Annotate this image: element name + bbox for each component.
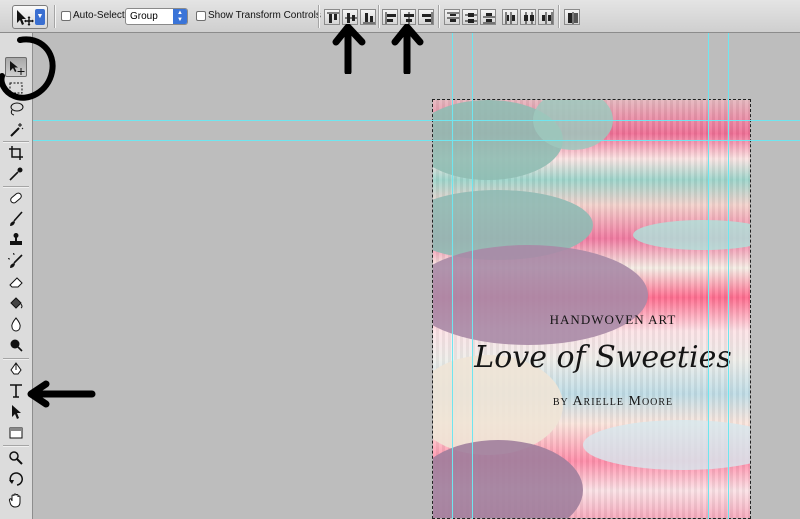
auto-select-checkbox[interactable] <box>61 11 71 21</box>
vertical-guide[interactable] <box>708 33 709 519</box>
auto-select-label: Auto-Select: <box>73 10 128 21</box>
clone-stamp-tool-icon <box>10 233 22 245</box>
hand-tool-icon <box>8 493 21 508</box>
align-top-edges-button[interactable] <box>324 9 340 25</box>
horizontal-guide[interactable] <box>33 140 800 141</box>
distribute-right-button[interactable] <box>538 9 554 25</box>
move-tool-icon <box>17 10 34 26</box>
yarn-texture <box>583 420 750 470</box>
blur-tool-icon <box>11 317 21 332</box>
path-selection-tool[interactable] <box>5 402 27 422</box>
align-bottom-edges-icon <box>363 13 375 24</box>
align-vertical-centers-button[interactable] <box>342 9 358 25</box>
vertical-guide[interactable] <box>452 33 453 519</box>
rotate-view-tool[interactable] <box>5 469 27 489</box>
healing-brush-tool-icon <box>10 192 22 204</box>
yarn-texture <box>433 440 583 518</box>
separator <box>318 5 320 28</box>
crop-tool-icon <box>9 146 23 160</box>
brush-tool-icon <box>10 211 23 226</box>
highlight-circle <box>0 36 56 101</box>
dodge-tool[interactable] <box>5 335 27 355</box>
align-horizontal-centers-button[interactable] <box>400 9 416 25</box>
vertical-guide[interactable] <box>472 33 473 519</box>
distribute-left-button[interactable] <box>502 9 518 25</box>
type-tool[interactable] <box>5 381 27 401</box>
yarn-texture <box>433 245 648 345</box>
separator <box>558 5 560 28</box>
distribute-bottom-button[interactable] <box>480 9 496 25</box>
up-arrow-icon <box>391 24 424 74</box>
brush-tool[interactable] <box>5 209 27 229</box>
document-canvas[interactable]: HANDWOVEN ART Love of Sweeties by Ariell… <box>432 99 751 519</box>
paint-bucket-tool[interactable] <box>5 293 27 313</box>
distribute-vertical-center-button[interactable] <box>462 9 478 25</box>
align-top-edges-icon <box>327 12 339 23</box>
pen-tool[interactable] <box>5 360 27 380</box>
align-vertical-centers-icon <box>345 13 357 23</box>
woven-artwork-image <box>433 100 750 518</box>
horizontal-guide[interactable] <box>33 120 800 121</box>
crop-tool[interactable] <box>5 143 27 163</box>
distribute-bottom-icon <box>483 13 495 24</box>
auto-align-layers-icon <box>568 12 578 24</box>
zoom-tool-icon <box>9 451 23 465</box>
auto-align-layers-button[interactable] <box>564 9 580 25</box>
magic-wand-tool[interactable] <box>5 120 27 140</box>
distribute-horizontal-center-button[interactable] <box>520 9 536 25</box>
distribute-left-icon <box>505 12 515 24</box>
paint-bucket-tool-icon <box>10 297 23 309</box>
path-selection-tool-icon <box>12 405 21 419</box>
dodge-tool-icon <box>10 339 23 352</box>
separator <box>3 445 29 447</box>
blur-tool[interactable] <box>5 314 27 334</box>
artwork-author: by Arielle Moore <box>552 394 674 409</box>
type-tool-icon <box>10 384 22 398</box>
hand-tool[interactable] <box>5 490 27 510</box>
distribute-horizontal-center-icon <box>524 12 534 24</box>
up-arrow-icon <box>332 24 366 74</box>
auto-select-mode-value: Group <box>130 11 158 22</box>
magic-wand-tool-icon <box>10 123 24 137</box>
artwork-subtitle: HANDWOVEN ART <box>549 312 677 327</box>
distribute-right-icon <box>542 12 553 24</box>
distribute-top-button[interactable] <box>444 9 460 25</box>
eraser-tool[interactable] <box>5 272 27 292</box>
artwork-title: Love of Sweeties <box>474 340 732 375</box>
eyedropper-tool[interactable] <box>5 164 27 184</box>
rotate-view-tool-icon <box>9 472 23 486</box>
rectangle-tool-icon <box>9 427 23 439</box>
distribute-top-icon <box>447 12 459 22</box>
tool-preset-picker[interactable]: ▼ <box>12 5 48 29</box>
align-bottom-edges-button[interactable] <box>360 9 376 25</box>
separator <box>438 5 440 28</box>
preset-dropdown-icon[interactable]: ▼ <box>35 9 45 25</box>
vertical-guide[interactable] <box>728 33 729 519</box>
align-left-edges-icon <box>385 12 396 24</box>
rectangle-tool[interactable] <box>5 423 27 443</box>
auto-select-mode-dropdown[interactable]: Group ▲ ▼ <box>125 8 188 25</box>
healing-brush-tool[interactable] <box>5 188 27 208</box>
separator <box>54 5 56 28</box>
yarn-texture <box>633 220 750 250</box>
align-horizontal-centers-icon <box>404 12 414 24</box>
align-right-edges-button[interactable] <box>418 9 434 25</box>
eyedropper-tool-icon <box>9 167 23 181</box>
eraser-tool-icon <box>9 277 23 288</box>
show-transform-controls-checkbox[interactable] <box>196 11 206 21</box>
align-right-edges-icon <box>422 12 433 24</box>
clone-stamp-tool[interactable] <box>5 230 27 250</box>
pen-tool-icon <box>10 362 22 375</box>
distribute-vertical-center-icon <box>465 13 477 23</box>
dropdown-arrows-icon: ▲ ▼ <box>173 9 187 24</box>
history-brush-tool-icon <box>8 253 23 268</box>
align-left-edges-button[interactable] <box>382 9 398 25</box>
show-transform-controls-label: Show Transform Controls <box>208 10 321 21</box>
left-arrow-icon <box>27 380 96 408</box>
separator <box>378 5 380 28</box>
history-brush-tool[interactable] <box>5 251 27 271</box>
zoom-tool[interactable] <box>5 448 27 468</box>
